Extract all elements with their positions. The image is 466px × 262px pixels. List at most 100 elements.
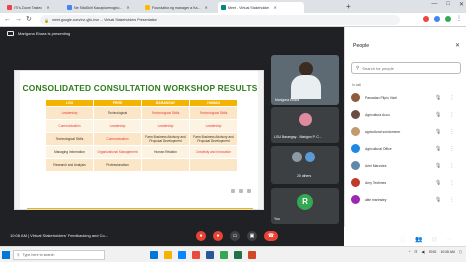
table-row: Managing Information Organizational Manag… <box>45 145 238 159</box>
taskbar-search[interactable]: ⚲ Type here to search <box>13 250 105 260</box>
back-icon[interactable]: ← <box>4 15 11 25</box>
browser-tab-3[interactable]: Foundatior.ng manager a Ka... ✕ <box>142 2 216 13</box>
file-explorer-icon[interactable] <box>164 251 172 259</box>
more-options-icon[interactable]: ⋮ <box>449 95 454 101</box>
more-options-icon[interactable]: ⋮ <box>449 197 454 203</box>
participant-row[interactable]: Ariel Marcoles 🎙 ⋮ <box>351 159 463 172</box>
captions-icon[interactable]: ▭ <box>230 231 240 241</box>
participant-row[interactable]: allie marinsley 🎙 ⋮ <box>351 193 463 206</box>
participant-row[interactable]: Agricultura Acou 🎙 ⋮ <box>351 108 463 121</box>
participant-avatar <box>351 127 360 136</box>
volume-icon[interactable]: ◀) <box>421 250 425 254</box>
extension-icon[interactable] <box>423 16 429 22</box>
more-options-icon[interactable]: ⋮ <box>449 180 454 186</box>
clock[interactable]: 10:08 AM <box>440 250 454 254</box>
windows-start-icon[interactable] <box>2 251 10 259</box>
presenting-banner: Marigona Ebara is presenting <box>0 27 344 39</box>
slide-logo-icon <box>231 189 235 193</box>
participant-avatar <box>351 93 360 102</box>
participant-name: Agricultural Office <box>365 146 392 151</box>
presented-slide: CONSOLIDATED CONSULTATION WORKSHOP RESUL… <box>14 70 264 210</box>
table-cell: Research and Analysis <box>45 158 94 172</box>
table-cell <box>189 158 238 172</box>
slide-logo-icon <box>247 189 251 193</box>
excel-icon[interactable] <box>234 251 242 259</box>
section-label: In call <box>352 83 361 87</box>
others-count: 20 others <box>297 174 312 178</box>
word-icon[interactable] <box>206 251 214 259</box>
table-cell: Leadership <box>189 119 238 133</box>
info-icon[interactable]: ⓘ <box>400 236 406 245</box>
table-cell: Managing Information <box>45 145 94 159</box>
mic-muted-icon: 🎙 <box>435 94 442 101</box>
close-icon[interactable]: ✕ <box>455 42 460 49</box>
task-view-icon[interactable] <box>150 251 158 259</box>
slide-title: CONSOLIDATED CONSULTATION WORKSHOP RESUL… <box>22 83 258 93</box>
participant-row[interactable]: Arny Tesfimes 🎙 ⋮ <box>351 176 463 189</box>
table-cell: Leadership <box>45 106 94 120</box>
close-window-icon[interactable]: ✕ <box>459 1 464 8</box>
search-input[interactable] <box>362 65 453 71</box>
table-cell: Organizational Management <box>93 145 142 159</box>
close-tab-icon[interactable]: ✕ <box>205 5 208 10</box>
chrome-icon[interactable] <box>220 251 228 259</box>
close-tab-icon[interactable]: ✕ <box>46 5 49 10</box>
camera-off-icon[interactable]: ● <box>213 231 223 241</box>
extension-icon[interactable] <box>434 16 440 22</box>
browser-tab-active[interactable]: Meet - Virtual Stakeholder ✕ <box>218 2 304 13</box>
maximize-icon[interactable]: □ <box>446 1 450 8</box>
forward-icon[interactable]: → <box>15 15 22 25</box>
people-icon[interactable]: 👥 <box>415 236 422 245</box>
participant-row[interactable]: Pasradan Pilpiu Vizel 🎙 ⋮ <box>351 91 463 104</box>
mic-off-icon[interactable]: ● <box>196 231 206 241</box>
slide-bottom-rule <box>27 207 253 209</box>
tab-title: Foundatior.ng manager a Ka... <box>152 5 201 10</box>
notifications-icon[interactable]: ▢ <box>459 250 462 254</box>
more-options-icon[interactable]: ⋮ <box>449 112 454 118</box>
close-tab-icon[interactable]: ✕ <box>126 5 129 10</box>
more-options-icon[interactable]: ⋮ <box>449 163 454 169</box>
mic-muted-icon: 🎙 <box>435 145 442 152</box>
present-screen-icon <box>7 30 14 36</box>
new-tab-icon[interactable]: + <box>346 2 351 12</box>
reload-icon[interactable]: ↻ <box>26 15 32 25</box>
more-options-icon[interactable]: ⋮ <box>449 146 454 152</box>
browser-tab-1[interactable]: ITI's Zoom Tasteo ✕ <box>4 2 62 13</box>
store-icon[interactable] <box>192 251 200 259</box>
edge-icon[interactable] <box>178 251 186 259</box>
browser-tab-2[interactable]: Ne SitaSkiri Kauapiuerrogrio... ✕ <box>64 2 140 13</box>
present-now-icon[interactable]: ▣ <box>247 231 257 241</box>
people-search[interactable]: ⚲ <box>351 62 461 74</box>
language-indicator[interactable]: ENG <box>429 250 436 254</box>
table-row: Research and Analysis Professionalism <box>45 158 238 172</box>
participant-avatar <box>351 195 360 204</box>
participant-tile[interactable]: LGU Barangay - Marigon P. C... <box>271 107 339 143</box>
network-icon[interactable]: ☷ <box>414 250 417 254</box>
windows-taskbar: ⚲ Type here to search ^ ☷ ◀) ENG 10:08 A… <box>0 246 466 262</box>
table-cell: Farm Business Advisory and Proposal Deve… <box>141 132 190 146</box>
more-options-icon[interactable]: ⋮ <box>449 129 454 135</box>
url-field[interactable]: 🔒 meet.google.com/xvr-yjfu-bvn ... Virtu… <box>40 15 400 25</box>
extension-icons: ⋮ <box>423 16 462 22</box>
mic-muted-icon: 🎙 <box>435 196 442 203</box>
activities-icon[interactable]: ⋯ <box>446 236 452 245</box>
tab-title: Meet - Virtual Stakeholder <box>228 5 270 10</box>
minimize-icon[interactable]: — <box>431 1 437 8</box>
system-tray: ^ ☷ ◀) ENG 10:08 AM ▢ <box>409 250 462 254</box>
participant-row[interactable]: Agricultural Office 🎙 ⋮ <box>351 142 463 155</box>
mic-muted-icon: 🎙 <box>435 179 442 186</box>
self-tile[interactable]: R You <box>271 188 339 224</box>
profile-avatar-icon[interactable] <box>445 16 451 22</box>
mic-muted-icon: 🎙 <box>435 128 442 135</box>
participant-tile-presenter[interactable]: Marigona Ebara <box>271 55 339 105</box>
end-call-button[interactable]: ☎ <box>264 231 278 241</box>
participant-row[interactable]: agricultural sondomeon 🎙 ⋮ <box>351 125 463 138</box>
participant-name: agricultural sondomeon <box>365 129 401 134</box>
others-tile[interactable]: 20 others <box>271 146 339 184</box>
close-tab-icon[interactable]: ✕ <box>273 5 276 10</box>
tray-chevron-icon[interactable]: ^ <box>409 250 411 254</box>
person-head <box>299 62 313 76</box>
menu-kebab-icon[interactable]: ⋮ <box>456 16 462 22</box>
chat-icon[interactable]: ▤ <box>432 236 438 245</box>
powerpoint-icon[interactable] <box>248 251 256 259</box>
